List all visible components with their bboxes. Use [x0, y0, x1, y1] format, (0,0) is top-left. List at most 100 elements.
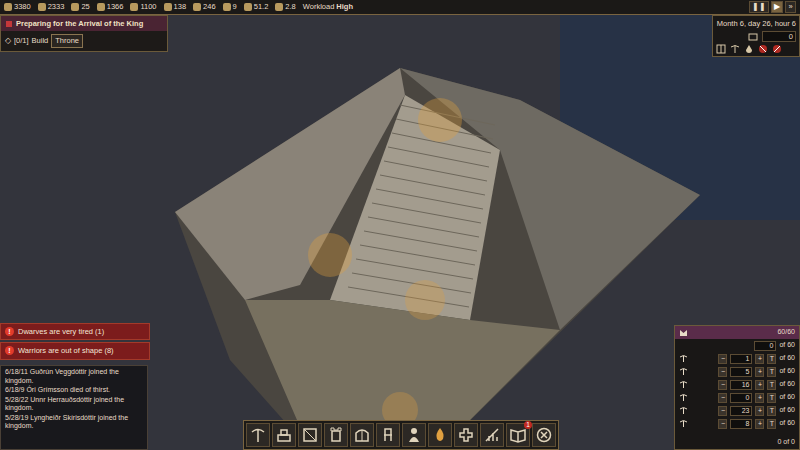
resource-icon [164, 3, 172, 11]
decrease-button[interactable]: − [718, 419, 727, 429]
cross-icon [457, 426, 475, 444]
alert-list: ! Dwarves are very tired (1)! Warriors are… [0, 323, 150, 360]
decrease-button[interactable]: − [718, 354, 727, 364]
increase-button[interactable]: + [755, 380, 764, 390]
resource-counter: 25 [71, 1, 89, 12]
alert-text[interactable]: Warriors are out of shape (8) [18, 345, 114, 356]
resource-value: 246 [203, 1, 216, 12]
decrease-button[interactable]: − [718, 367, 727, 377]
tool-icon [679, 393, 688, 402]
alert-item[interactable]: ! Warriors are out of shape (8) [0, 342, 150, 359]
target-button[interactable]: T [767, 380, 776, 390]
quest-task: ◇[0/1]BuildThrone [1, 31, 167, 50]
build-icon [275, 426, 293, 444]
log-entry: 5/28/19 Lyngheiðr Skírisdóttir joined th… [5, 414, 143, 431]
resource-value: 1366 [107, 1, 124, 12]
top-bar: 338023332513661100138246951.22.8Workload… [0, 0, 800, 15]
tool-button[interactable] [376, 423, 400, 447]
resource-value: 51.2 [254, 1, 269, 12]
target-button[interactable]: T [767, 393, 776, 403]
tool-button[interactable] [532, 423, 556, 447]
tool-button[interactable] [298, 423, 322, 447]
build-toolbar: 1 [243, 420, 559, 450]
target-button[interactable]: T [767, 354, 776, 364]
squad-value[interactable]: 1 [730, 354, 752, 364]
pick-icon [249, 426, 267, 444]
resource-value: 2333 [48, 1, 65, 12]
quest-title[interactable]: Preparing for the Arrival of the King [16, 18, 143, 29]
time-field[interactable]: 0 [762, 31, 796, 42]
tool-button[interactable] [350, 423, 374, 447]
target-button[interactable]: T [767, 367, 776, 377]
tool-button[interactable] [402, 423, 426, 447]
resource-value: 25 [81, 1, 89, 12]
tool-button[interactable] [272, 423, 296, 447]
resource-counter: 2.8 [275, 1, 295, 12]
footer-count: 0 of 0 [777, 437, 795, 448]
squad-value[interactable]: 23 [730, 406, 752, 416]
squad-row: −5+Tof 60 [675, 365, 799, 378]
squad-value[interactable]: 5 [730, 367, 752, 377]
flag-icon [5, 20, 13, 28]
increase-button[interactable]: + [755, 393, 764, 403]
decrease-button[interactable]: − [718, 393, 727, 403]
target-button[interactable]: T [767, 406, 776, 416]
tool-button[interactable] [324, 423, 348, 447]
resource-icon [275, 3, 283, 11]
drop-icon [744, 44, 754, 54]
tool-button[interactable] [480, 423, 504, 447]
tool-button[interactable] [246, 423, 270, 447]
squad-of: of 60 [779, 379, 795, 390]
alert-text[interactable]: Dwarves are very tired (1) [18, 326, 104, 337]
increase-button[interactable]: + [755, 419, 764, 429]
resource-counter: 9 [223, 1, 237, 12]
alert-icon: ! [5, 346, 14, 355]
increase-button[interactable]: + [755, 406, 764, 416]
unassigned-of: of 60 [779, 340, 795, 351]
task-target[interactable]: Throne [51, 34, 83, 47]
squad-value[interactable]: 0 [730, 393, 752, 403]
task-count: [0/1] [14, 35, 29, 46]
tool-icon [679, 406, 688, 415]
squad-row: −1+Tof 60 [675, 352, 799, 365]
tool-button[interactable]: 1 [506, 423, 530, 447]
resource-value: 138 [174, 1, 187, 12]
game-view[interactable]: 338023332513661100138246951.22.8Workload… [0, 0, 800, 450]
increase-button[interactable]: + [755, 354, 764, 364]
camera-icon [748, 32, 758, 42]
alert-item[interactable]: ! Dwarves are very tired (1) [0, 323, 150, 340]
speed-controls: ❚❚▶» [749, 1, 796, 13]
furniture-icon [379, 426, 397, 444]
squad-of: of 60 [779, 366, 795, 377]
tool-button[interactable] [454, 423, 478, 447]
task-action: Build [32, 35, 49, 46]
squad-value[interactable]: 8 [730, 419, 752, 429]
resource-value: 3380 [14, 1, 31, 12]
speed-button[interactable]: ▶ [771, 1, 783, 13]
squad-of: of 60 [779, 418, 795, 429]
gate-icon [353, 426, 371, 444]
decrease-button[interactable]: − [718, 380, 727, 390]
resource-counter: 1366 [97, 1, 124, 12]
task-icon: ◇ [5, 35, 11, 46]
increase-button[interactable]: + [755, 367, 764, 377]
resource-counter: 2333 [38, 1, 65, 12]
squad-header: 60/60 [675, 326, 799, 339]
resource-counter: 51.2 [244, 1, 269, 12]
squad-total: 60/60 [777, 327, 795, 338]
speed-button[interactable]: » [785, 1, 796, 13]
resource-counter: 3380 [4, 1, 31, 12]
alert-icon: ! [5, 327, 14, 336]
workload-value[interactable]: High [336, 1, 353, 12]
unassigned-value[interactable]: 0 [754, 341, 776, 351]
squad-value[interactable]: 16 [730, 380, 752, 390]
target-button[interactable]: T [767, 419, 776, 429]
resource-value: 9 [233, 1, 237, 12]
resource-icon [38, 3, 46, 11]
squad-panel: 60/600of 60−1+Tof 60−5+Tof 60−16+Tof 60−… [674, 325, 800, 450]
speed-button[interactable]: ❚❚ [749, 1, 769, 13]
cancel-icon [535, 426, 553, 444]
tool-button[interactable] [428, 423, 452, 447]
view-toggles [716, 44, 796, 54]
decrease-button[interactable]: − [718, 406, 727, 416]
